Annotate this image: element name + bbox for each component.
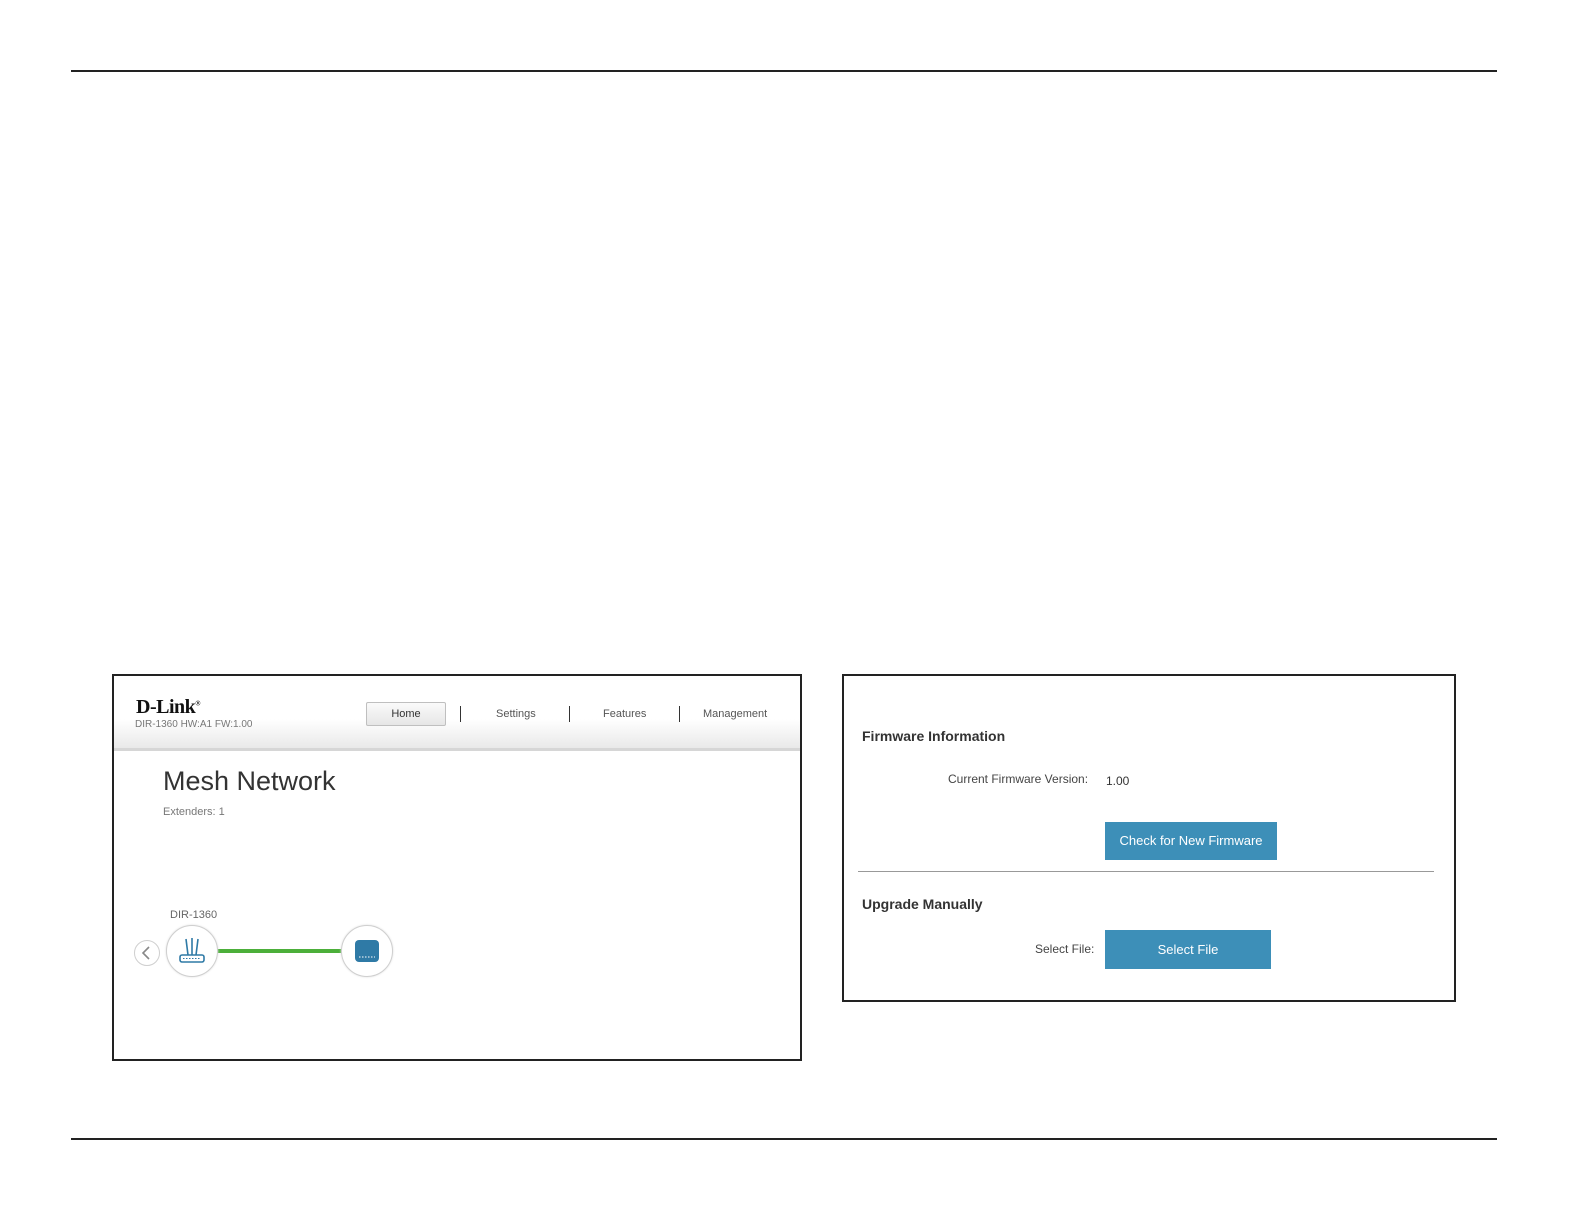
- select-file-button[interactable]: Select File: [1105, 930, 1271, 969]
- router-icon: [179, 938, 205, 963]
- current-fw-label: Current Firmware Version:: [948, 772, 1089, 786]
- model-info: DIR-1360 HW:A1 FW:1.00: [135, 719, 253, 730]
- firmware-info-heading: Firmware Information: [862, 728, 1006, 744]
- extender-node[interactable]: [341, 925, 393, 977]
- router-label: DIR-1360: [170, 909, 218, 921]
- section-divider: [858, 871, 1434, 872]
- check-firmware-button[interactable]: Check for New Firmware: [1105, 822, 1277, 860]
- bottom-rule: [71, 1138, 1497, 1140]
- tab-settings[interactable]: Settings: [496, 708, 536, 720]
- dlink-logo: D-Link®: [136, 696, 200, 718]
- tab-management[interactable]: Management: [703, 708, 767, 720]
- nav-divider: [460, 706, 461, 722]
- page-title: Mesh Network: [163, 766, 336, 796]
- extenders-count: Extenders: 1: [163, 806, 225, 818]
- firmware-screenshot: Firmware Information Current Firmware Ve…: [842, 674, 1456, 1002]
- tab-home[interactable]: Home: [366, 702, 446, 726]
- chevron-left-icon: [141, 946, 150, 960]
- top-rule: [71, 70, 1497, 72]
- tab-features[interactable]: Features: [603, 708, 646, 720]
- router-node[interactable]: [166, 925, 218, 977]
- nav-divider: [679, 706, 680, 722]
- nav-divider: [569, 706, 570, 722]
- header-bar: D-Link® DIR-1360 HW:A1 FW:1.00 Home Sett…: [114, 676, 800, 751]
- select-file-label: Select File:: [1035, 942, 1095, 956]
- mesh-link-line: [216, 949, 342, 953]
- extender-icon: [355, 940, 379, 962]
- router-home-screenshot: D-Link® DIR-1360 HW:A1 FW:1.00 Home Sett…: [112, 674, 802, 1061]
- current-fw-value: 1.00: [1106, 774, 1130, 788]
- back-button[interactable]: [134, 940, 160, 966]
- upgrade-manually-heading: Upgrade Manually: [862, 896, 983, 912]
